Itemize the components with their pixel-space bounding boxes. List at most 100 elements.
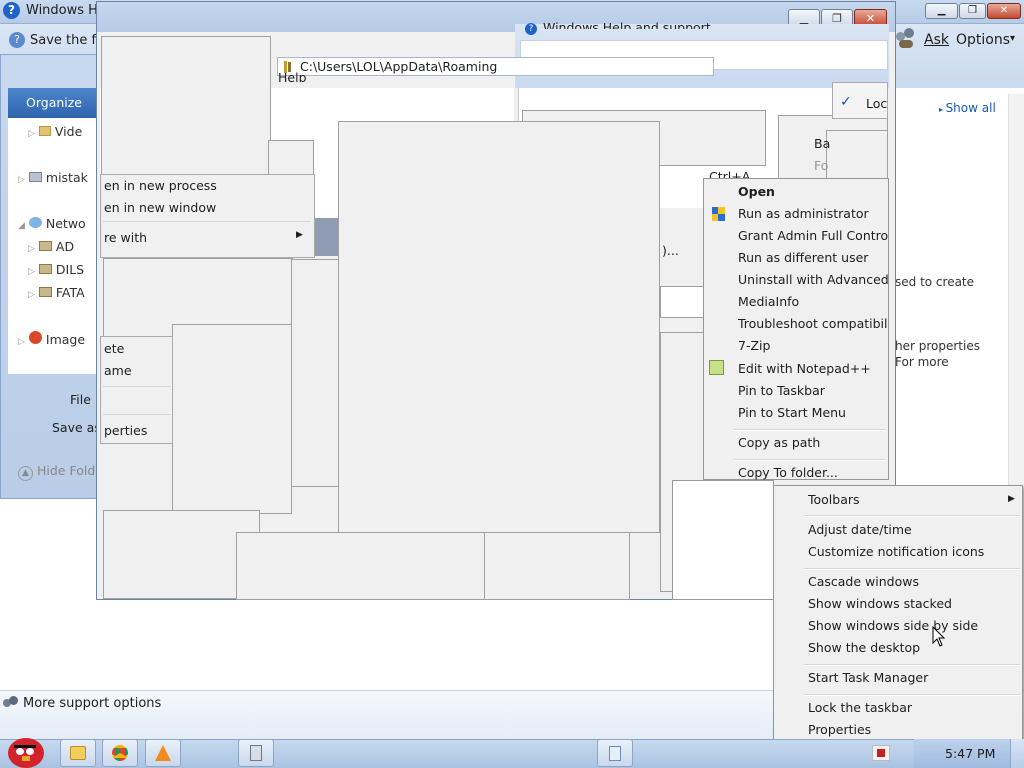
menu-item-delete[interactable]: ete xyxy=(104,341,124,356)
ctx-pin-to-start-menu[interactable]: Pin to Start Menu xyxy=(704,402,888,424)
minimize-button[interactable]: ▁ xyxy=(925,3,958,19)
ctx-7zip[interactable]: 7-Zip xyxy=(704,335,888,357)
expand-arrow-icon: ▷ xyxy=(18,337,25,347)
panel-m xyxy=(484,532,630,600)
nav-item-ad[interactable]: ▷ AD xyxy=(28,239,74,254)
collapse-icon: ▲ xyxy=(18,466,33,481)
panel-l xyxy=(236,532,486,600)
ba-label: Ba xyxy=(814,136,831,151)
options-button[interactable]: Options xyxy=(956,32,1010,48)
nav-item-network[interactable]: ◢ Netwo xyxy=(18,216,86,231)
tb-properties[interactable]: Properties xyxy=(774,719,1022,741)
restore-button[interactable]: ❐ xyxy=(959,3,986,19)
expand-arrow-icon: ▷ xyxy=(28,244,35,254)
menu-separator xyxy=(103,221,311,222)
more-support-options-link[interactable]: More support options xyxy=(23,696,161,711)
ctx-edit-with-notepad[interactable]: Edit with Notepad++ xyxy=(704,358,888,380)
ctx-run-as-different-user[interactable]: Run as different user xyxy=(704,247,888,269)
ctx-troubleshoot-compatibility[interactable]: Troubleshoot compatibilit xyxy=(704,313,888,335)
tray-flag-icon[interactable] xyxy=(872,745,890,761)
tb-show-windows-side-by-side[interactable]: Show windows side by side xyxy=(774,615,1022,637)
nav-item-dils[interactable]: ▷ DILS xyxy=(28,262,84,277)
menu-separator xyxy=(804,664,1020,666)
ctx-run-as-administrator[interactable]: Run as administrator xyxy=(704,203,888,225)
save-as-type-label: Save as xyxy=(52,420,101,435)
tb-lock-the-taskbar[interactable]: Lock the taskbar xyxy=(774,697,1022,719)
tb-customize-notification-icons[interactable]: Customize notification icons xyxy=(774,541,1022,563)
menu-separator xyxy=(103,414,171,415)
checkmark-icon: ✓ xyxy=(840,94,852,110)
folder-icon xyxy=(38,126,51,136)
help-text-partial-2: her properties xyxy=(895,339,980,353)
tb-cascade-windows[interactable]: Cascade windows xyxy=(774,571,1022,593)
fo-label: Fo xyxy=(814,158,829,173)
file-name-label: File xyxy=(70,392,91,407)
ctx-open[interactable]: Open xyxy=(704,181,888,203)
folder-icon xyxy=(70,746,86,760)
vlc-icon xyxy=(155,745,171,761)
inner-help-title: Windows Help and support xyxy=(543,20,711,29)
submenu-arrow-icon: ▶ xyxy=(296,230,303,240)
expand-arrow-icon: ▷ xyxy=(28,129,35,139)
nav-item-fata[interactable]: ▷ FATA xyxy=(28,285,85,300)
inner-help-icon: ? xyxy=(525,23,537,35)
help-text-partial-1: sed to create xyxy=(895,275,975,289)
organize-button[interactable]: Organize xyxy=(26,95,82,110)
system-clock[interactable]: 5:47 PM xyxy=(945,746,995,761)
tb-show-the-desktop[interactable]: Show the desktop xyxy=(774,637,1022,659)
flash-icon xyxy=(28,331,42,344)
ctx-uninstall-advanced[interactable]: Uninstall with Advanced U xyxy=(704,269,888,291)
nav-item-videos[interactable]: ▷ Vide xyxy=(28,124,82,139)
tb-toolbars[interactable]: Toolbars xyxy=(774,489,1022,511)
lock-label: Loc xyxy=(866,96,888,111)
nav-item-mistak[interactable]: ▷ mistak xyxy=(18,170,88,185)
calculator-icon xyxy=(250,745,262,761)
save-icon: ? xyxy=(9,32,25,48)
tb-start-task-manager[interactable]: Start Task Manager xyxy=(774,667,1022,689)
menu-item-open-new-window[interactable]: en in new window xyxy=(104,200,216,215)
taskbar-calculator-button[interactable] xyxy=(238,739,274,767)
ask-icon xyxy=(896,28,916,50)
taskbar-explorer-button[interactable] xyxy=(60,739,96,767)
menu-separator xyxy=(734,429,886,431)
hide-folders-text: Hide Fold xyxy=(36,463,96,478)
notepad-icon xyxy=(609,745,621,761)
ctx-pin-to-taskbar[interactable]: Pin to Taskbar xyxy=(704,380,888,402)
start-button-angry-bird-icon[interactable] xyxy=(4,730,48,768)
panel-a xyxy=(101,36,271,182)
help-menu-item[interactable]: Help xyxy=(278,70,307,82)
menu-item-properties[interactable]: perties xyxy=(104,423,147,438)
panel-f xyxy=(660,286,704,318)
network-computer-icon xyxy=(38,287,52,297)
file-context-menu: Open Run as administrator Grant Admin Fu… xyxy=(703,178,889,480)
show-all-link[interactable]: ▸ Show all xyxy=(939,101,996,115)
close-button[interactable]: ✕ xyxy=(987,3,1021,19)
nav-item-label: DILS xyxy=(55,262,85,277)
taskbar-notepad-button[interactable] xyxy=(597,739,633,767)
ellipsis-text: )... xyxy=(662,243,679,258)
options-chevron-icon: ▾ xyxy=(1010,33,1016,44)
taskbar-vlc-button[interactable] xyxy=(145,739,181,767)
ask-button[interactable]: Ask xyxy=(924,32,949,48)
tb-show-windows-stacked[interactable]: Show windows stacked xyxy=(774,593,1022,615)
nav-item-label: AD xyxy=(55,239,75,254)
ctx-copy-as-path[interactable]: Copy as path xyxy=(704,432,888,454)
ctx-grant-admin-full-control[interactable]: Grant Admin Full Control xyxy=(704,225,888,247)
address-path: C:\Users\LOL\AppData\Roaming xyxy=(300,59,498,74)
panel-i xyxy=(291,259,341,487)
menu-item-rename[interactable]: ame xyxy=(104,363,132,378)
nav-item-label: Image xyxy=(45,332,86,347)
menu-item-share-with[interactable]: re with xyxy=(104,230,147,245)
menu-item-open-new-process[interactable]: en in new process xyxy=(104,178,217,193)
ctx-mediainfo[interactable]: MediaInfo xyxy=(704,291,888,313)
help-text-partial-3: For more xyxy=(895,355,949,369)
menu-separator xyxy=(804,694,1020,696)
nav-item-image[interactable]: ▷ Image xyxy=(18,331,85,347)
hide-folders-button[interactable]: ▲ Hide Fold xyxy=(18,463,95,481)
ctx-copy-to-folder[interactable]: Copy To folder... xyxy=(704,462,888,480)
show-desktop-button[interactable] xyxy=(1010,739,1024,768)
nav-item-label: mistak xyxy=(45,170,88,185)
center-ghost-panel xyxy=(338,121,660,533)
taskbar-chrome-button[interactable] xyxy=(102,739,138,767)
tb-adjust-date-time[interactable]: Adjust date/time xyxy=(774,519,1022,541)
